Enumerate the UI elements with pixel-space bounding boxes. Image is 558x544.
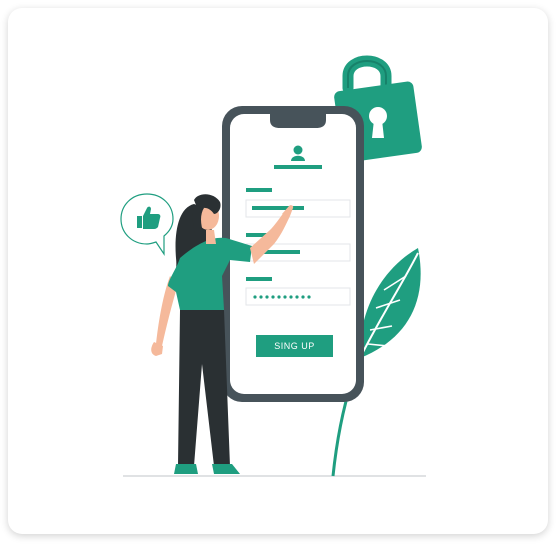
login-illustration: SING UP: [120, 55, 426, 477]
thumbs-up-bubble: [120, 193, 174, 256]
username-value-bar: [252, 206, 304, 210]
field-label-bar: [246, 188, 272, 192]
field-label-bar: [246, 277, 272, 281]
illustration-card: SING UP: [8, 8, 548, 534]
signup-button-label: SING UP: [274, 341, 315, 351]
form-title-bar: [274, 165, 322, 169]
signup-button[interactable]: SING UP: [256, 335, 333, 357]
